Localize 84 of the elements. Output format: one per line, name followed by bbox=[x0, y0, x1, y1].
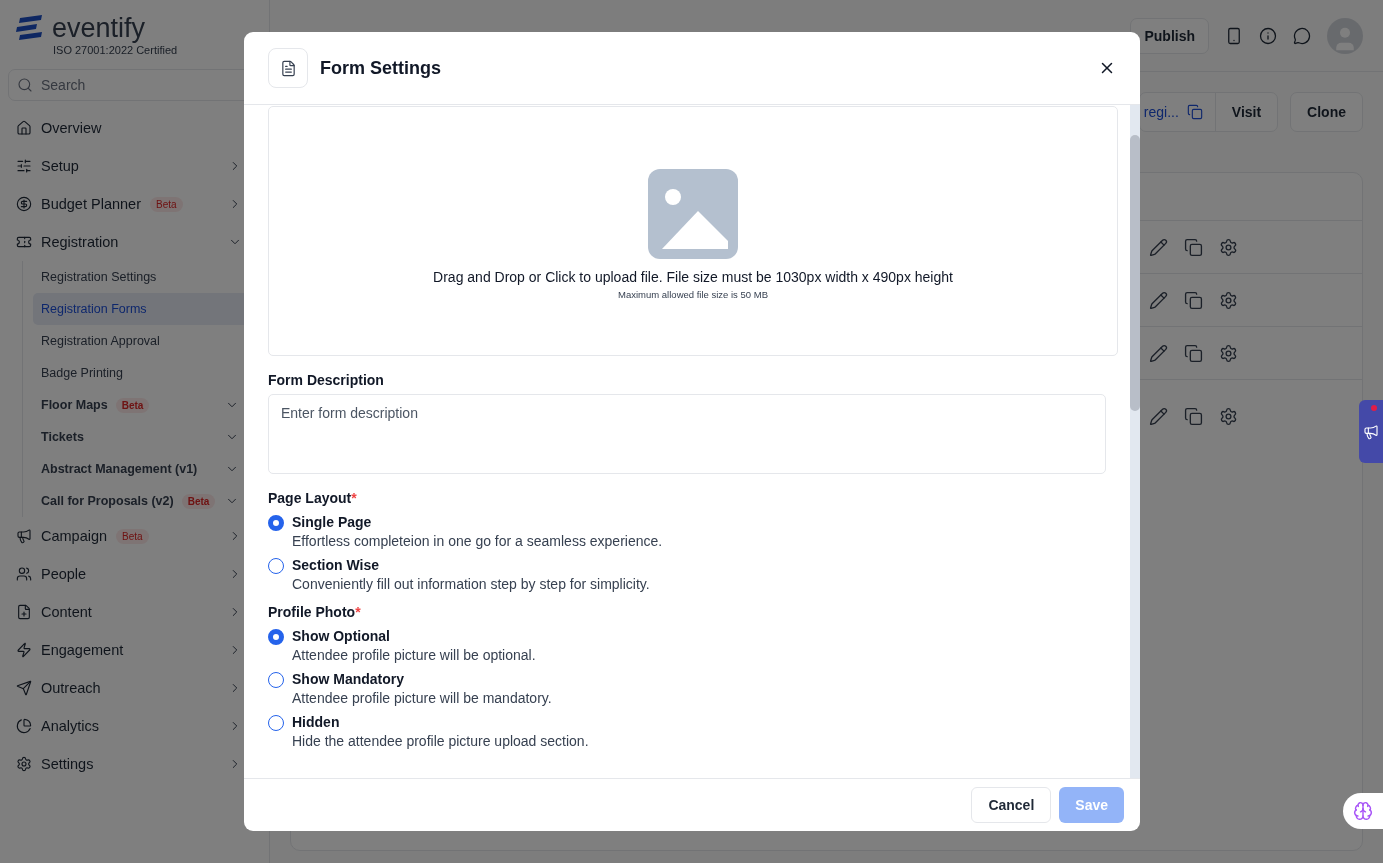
option-description: Attendee profile picture will be optional. bbox=[292, 647, 536, 663]
settings-icon bbox=[1219, 407, 1238, 426]
beta-badge: Beta bbox=[116, 528, 149, 544]
beta-badge: Beta bbox=[149, 196, 183, 212]
settings-icon bbox=[16, 756, 32, 772]
megaphone-icon bbox=[16, 528, 32, 544]
option-description: Conveniently fill out information step by step for simplicity. bbox=[292, 576, 650, 592]
file-icon bbox=[16, 604, 32, 620]
scrollbar[interactable] bbox=[1130, 105, 1140, 778]
certification-text: ISO 27001:2022 Certified bbox=[53, 44, 179, 56]
copy-icon bbox=[1184, 290, 1203, 310]
edit-icon bbox=[1149, 237, 1168, 257]
settings-icon bbox=[1219, 290, 1238, 310]
publish-button[interactable]: Publish bbox=[1130, 17, 1209, 54]
copy-icon bbox=[1186, 104, 1203, 120]
field-label: Form Description bbox=[268, 372, 385, 388]
info-icon bbox=[1259, 26, 1277, 45]
upload-instructions: Drag and Drop or Click to upload file. File size must be 1030px width x 490px height bbox=[433, 269, 953, 285]
feedback-tab[interactable] bbox=[1359, 400, 1383, 463]
nav-subitem[interactable]: Abstract Management (v1) bbox=[33, 453, 269, 485]
megaphone-icon bbox=[1363, 423, 1379, 440]
settings-icon bbox=[1219, 343, 1238, 363]
nav-subitem[interactable]: Tickets bbox=[33, 421, 269, 453]
field-label: Page Layout* bbox=[268, 490, 358, 506]
radio-button[interactable] bbox=[268, 715, 284, 731]
option-label: Single Page bbox=[292, 514, 373, 530]
description-field[interactable]: Enter form description bbox=[268, 394, 1106, 474]
nav-item[interactable]: Outreach bbox=[16, 669, 269, 707]
nav-subitem[interactable]: Call for Proposals (v2) Beta bbox=[33, 485, 269, 517]
radio-button[interactable] bbox=[268, 558, 284, 574]
nav-item[interactable]: Settings bbox=[16, 745, 269, 783]
document-icon bbox=[268, 48, 308, 88]
people-icon bbox=[16, 566, 32, 582]
upload-size-note: Maximum allowed file size is 50 MB bbox=[618, 289, 768, 300]
upload-dropzone[interactable]: Drag and Drop or Click to upload file. File size must be 1030px width x 490px height Maximum allowed file size is 50 MB bbox=[268, 106, 1118, 356]
nav-item[interactable]: Setup bbox=[16, 147, 269, 185]
option-label: Section Wise bbox=[292, 557, 380, 573]
ticket-icon bbox=[16, 234, 32, 250]
registration-link[interactable]: regi... bbox=[1143, 104, 1179, 120]
dollar-icon bbox=[16, 196, 32, 212]
brain-icon bbox=[1353, 801, 1373, 821]
nav-item[interactable]: People bbox=[16, 555, 269, 593]
home-icon bbox=[16, 120, 32, 136]
option-description: Attendee profile picture will be mandatory. bbox=[292, 690, 552, 706]
nav-item[interactable]: Analytics bbox=[16, 707, 269, 745]
image-placeholder-icon bbox=[648, 169, 738, 259]
nav-item[interactable]: Campaign Beta bbox=[16, 517, 269, 555]
search-icon bbox=[17, 77, 33, 93]
copy-icon bbox=[1184, 407, 1203, 426]
nav-subitem[interactable]: Floor Maps Beta bbox=[33, 389, 269, 421]
nav-item[interactable]: Overview bbox=[16, 109, 269, 147]
option-label: Show Mandatory bbox=[292, 671, 405, 687]
phone-icon bbox=[1225, 26, 1243, 45]
copy-icon bbox=[1184, 343, 1203, 363]
nav-item[interactable]: Content bbox=[16, 593, 269, 631]
edit-icon bbox=[1149, 343, 1168, 363]
option-description: Effortless completeion in one go for a seamless experience. bbox=[292, 533, 663, 549]
nav-item[interactable]: Engagement bbox=[16, 631, 269, 669]
settings-icon bbox=[1219, 237, 1238, 257]
clone-button[interactable]: Clone bbox=[1290, 92, 1363, 132]
edit-icon bbox=[1149, 290, 1168, 310]
send-icon bbox=[16, 680, 32, 696]
option-label: Hidden bbox=[292, 714, 341, 730]
sliders-icon bbox=[16, 158, 32, 174]
visit-button[interactable]: Visit bbox=[1215, 93, 1278, 131]
copy-icon bbox=[1184, 237, 1203, 257]
edit-icon bbox=[1149, 407, 1168, 426]
option-label: Show Optional bbox=[292, 628, 391, 644]
cancel-button[interactable]: Cancel bbox=[971, 787, 1052, 823]
option-description: Hide the attendee profile picture upload section. bbox=[292, 733, 589, 749]
field-label: Profile Photo* bbox=[268, 604, 362, 620]
logo-text: eventify bbox=[52, 14, 146, 42]
dialog-title: Form Settings bbox=[320, 57, 442, 79]
radio-button[interactable] bbox=[268, 515, 284, 531]
pie-chart-icon bbox=[16, 718, 32, 734]
radio-button[interactable] bbox=[268, 629, 284, 645]
nav-item[interactable]: Budget Planner Beta bbox=[16, 185, 269, 223]
chat-icon bbox=[1293, 26, 1311, 45]
beta-badge: Beta bbox=[181, 493, 216, 509]
radio-button[interactable] bbox=[268, 672, 284, 688]
nav-item[interactable]: Registration bbox=[16, 223, 269, 261]
lightning-icon bbox=[16, 642, 32, 658]
beta-badge: Beta bbox=[115, 397, 150, 413]
assistant-button[interactable] bbox=[1343, 793, 1383, 829]
